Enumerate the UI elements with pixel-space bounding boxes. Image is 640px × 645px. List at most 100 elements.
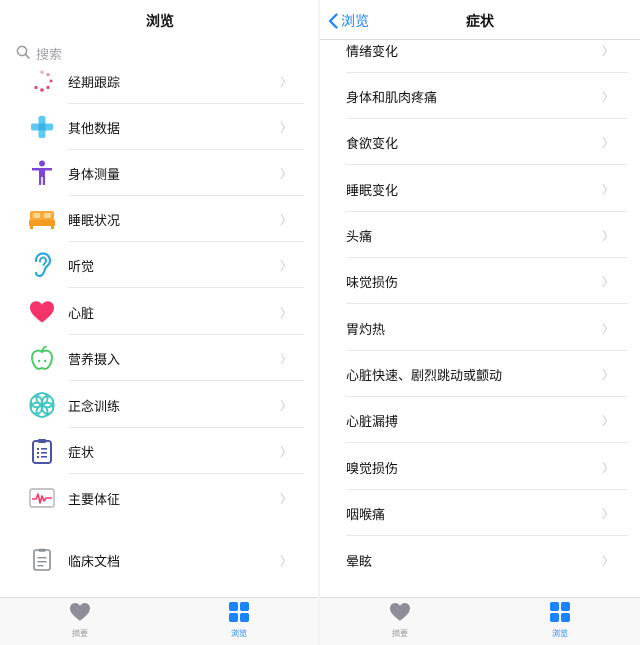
chevron-right-icon: 〉 (279, 351, 292, 366)
symptom-row[interactable]: 胃灼热 〉 (320, 305, 640, 351)
chevron-right-icon: 〉 (601, 274, 614, 289)
symptom-row[interactable]: 心脏漏搏 〉 (320, 397, 640, 443)
symptom-row[interactable]: 味觉损伤 〉 (320, 258, 640, 304)
tab-browse[interactable]: 浏览 (209, 602, 269, 639)
chevron-right-icon: 〉 (279, 553, 292, 568)
tab-bar: 摘要 浏览 (320, 597, 640, 645)
category-row-vitals[interactable]: 主要体征 〉 (0, 475, 320, 521)
row-separator (68, 473, 304, 474)
chevron-right-icon: 〉 (279, 491, 292, 506)
category-label: 心脏 (68, 306, 95, 322)
symptom-row[interactable]: 身体和肌肉疼痛 〉 (320, 73, 640, 119)
heart-icon (29, 299, 55, 325)
category-row-other-data[interactable]: 其他数据 〉 (0, 104, 320, 150)
chevron-right-icon: 〉 (601, 553, 614, 568)
row-separator (346, 442, 628, 443)
category-row-body-measurements[interactable]: 身体测量 〉 (0, 150, 320, 196)
symptom-label: 情绪变化 (346, 44, 399, 60)
scroll-fade (0, 66, 320, 80)
chevron-right-icon: 〉 (279, 305, 292, 320)
clinical-document-icon (29, 547, 55, 573)
category-row-heart[interactable]: 心脏 〉 (0, 289, 320, 335)
row-separator (68, 380, 304, 381)
chevron-right-icon: 〉 (279, 258, 292, 273)
tab-label: 浏览 (231, 629, 247, 638)
mindfulness-icon (29, 392, 55, 418)
symptom-label: 头痛 (346, 229, 373, 245)
category-label: 听觉 (68, 259, 95, 275)
body-measurement-icon (29, 160, 55, 186)
symptom-label: 咽喉痛 (346, 507, 386, 523)
tab-label: 摘要 (72, 629, 88, 638)
category-row-symptoms[interactable]: 症状 〉 (0, 428, 320, 474)
symptom-row[interactable]: 食欲变化 〉 (320, 119, 640, 165)
sleep-bed-icon (29, 206, 55, 232)
tab-browse[interactable]: 浏览 (530, 602, 590, 639)
clipboard-icon (29, 438, 55, 464)
navigation-bar: 浏览 症状 (320, 0, 640, 40)
vitals-icon (29, 485, 55, 511)
category-label: 睡眠状况 (68, 213, 121, 229)
heart-icon (389, 602, 411, 626)
chevron-right-icon: 〉 (279, 212, 292, 227)
symptom-row[interactable]: 晕眩 〉 (320, 537, 640, 583)
nav-separator (320, 39, 640, 40)
symptom-label: 食欲变化 (346, 136, 399, 152)
symptom-label: 晕眩 (346, 554, 373, 570)
symptoms-panel: 情绪变化 〉 身体和肌肉疼痛 〉 食欲变化 〉 睡眠变化 〉 头痛 〉 味觉损伤… (320, 0, 640, 645)
symptom-label: 嗅觉损伤 (346, 461, 399, 477)
tab-bar: 摘要 浏览 (0, 597, 320, 645)
symptom-row[interactable]: 睡眠变化 〉 (320, 166, 640, 212)
category-label: 营养摄入 (68, 352, 121, 368)
category-label: 其他数据 (68, 121, 121, 137)
apple-icon (29, 345, 55, 371)
chevron-right-icon: 〉 (279, 166, 292, 181)
row-separator (68, 287, 304, 288)
category-row-mindfulness[interactable]: 正念训练 〉 (0, 382, 320, 428)
tab-label: 摘要 (392, 629, 408, 638)
symptom-row[interactable]: 咽喉痛 〉 (320, 490, 640, 536)
chevron-right-icon: 〉 (601, 43, 614, 58)
symptom-row[interactable]: 头痛 〉 (320, 212, 640, 258)
category-label: 正念训练 (68, 399, 121, 415)
symptom-label: 心脏漏搏 (346, 414, 399, 430)
category-row-clinical-documents[interactable]: 临床文档 〉 (0, 537, 320, 583)
tab-summary[interactable]: 摘要 (370, 602, 430, 639)
search-placeholder: 搜索 (36, 47, 63, 63)
tab-summary[interactable]: 摘要 (50, 602, 110, 639)
chevron-right-icon: 〉 (601, 135, 614, 150)
symptom-label: 味觉损伤 (346, 275, 399, 291)
chevron-right-icon: 〉 (601, 182, 614, 197)
symptom-label: 心脏快速、剧烈跳动或颤动 (346, 368, 503, 384)
search-icon (16, 44, 30, 63)
search-field[interactable]: 搜索 (16, 40, 306, 66)
other-data-icon (29, 114, 55, 140)
symptom-row[interactable]: 嗅觉损伤 〉 (320, 444, 640, 490)
row-separator (346, 164, 628, 165)
symptom-row[interactable]: 心脏快速、剧烈跳动或颤动 〉 (320, 351, 640, 397)
category-label: 身体测量 (68, 167, 121, 183)
row-separator (346, 535, 628, 536)
chevron-right-icon: 〉 (279, 398, 292, 413)
chevron-right-icon: 〉 (601, 413, 614, 428)
symptom-label: 身体和肌肉疼痛 (346, 90, 438, 106)
navigation-bar: 浏览 (0, 0, 320, 40)
symptom-label: 睡眠变化 (346, 183, 399, 199)
category-row-nutrition[interactable]: 营养摄入 〉 (0, 335, 320, 381)
chevron-right-icon: 〉 (601, 506, 614, 521)
category-label: 临床文档 (68, 554, 121, 570)
row-separator (346, 303, 628, 304)
category-label: 主要体征 (68, 492, 121, 508)
chevron-right-icon: 〉 (279, 444, 292, 459)
browse-panel: 经期跟踪 〉 其他数据 〉 身体测量 〉 睡眠状况 〉 听觉 〉 心脏 〉 营养… (0, 0, 320, 645)
page-title: 症状 (466, 14, 494, 30)
page-title: 浏览 (146, 14, 174, 30)
tab-label: 浏览 (552, 629, 568, 638)
category-row-hearing[interactable]: 听觉 〉 (0, 242, 320, 288)
symptom-label: 胃灼热 (346, 322, 386, 338)
chevron-right-icon: 〉 (601, 228, 614, 243)
ear-icon (29, 252, 55, 278)
category-row-sleep[interactable]: 睡眠状况 〉 (0, 196, 320, 242)
category-label: 症状 (68, 445, 95, 461)
grid-icon (229, 602, 249, 626)
